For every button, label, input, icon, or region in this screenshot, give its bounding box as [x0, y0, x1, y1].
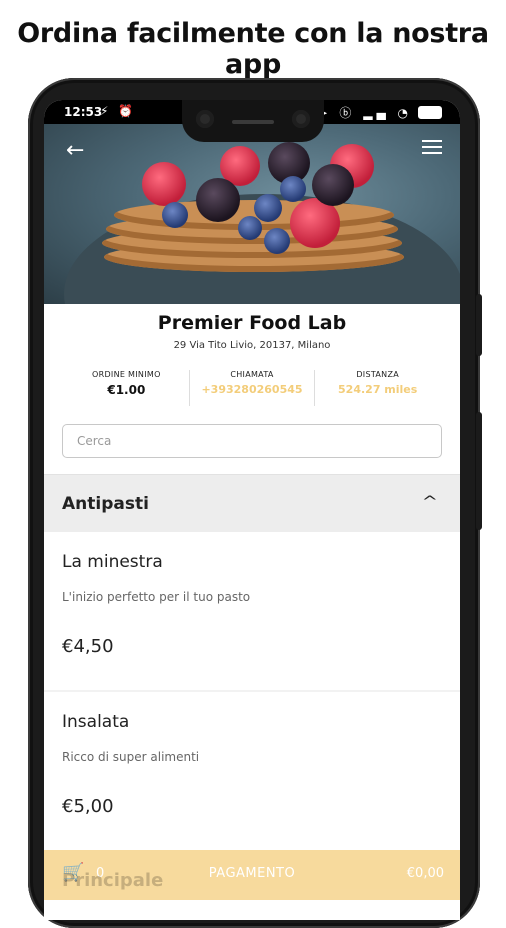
page-headline: Ordina facilmente con la nostra app [17, 18, 489, 80]
camera-icon [196, 110, 214, 128]
item-name: Insalata [62, 712, 130, 732]
stat-value: 524.27 miles [338, 383, 418, 396]
store-name: Premier Food Lab [157, 312, 347, 334]
phone-screen: 12:53 ⚡ ⏰ ➤ ⓑ ▂▄ ◔ ← Premier Food Lab 29… [44, 100, 460, 920]
stat-label: CHIAMATA [230, 370, 274, 379]
status-left-icons: ⚡ ⏰ [100, 104, 137, 118]
category-title: Antipasti [62, 494, 149, 514]
sensor-icon [292, 110, 310, 128]
camera-notch [182, 100, 324, 142]
menu-item[interactable]: La minestra L'inizio perfetto per il tuo… [44, 532, 460, 688]
item-description: Ricco di super alimenti [62, 750, 200, 764]
phone-number-link[interactable]: +393280260545 [190, 383, 315, 396]
stat-label: DISTANZA [356, 370, 400, 379]
stat-min-order: ORDINE MINIMO €1.00 [64, 370, 189, 406]
status-time: 12:53 [64, 105, 103, 119]
store-address: 29 Via Tito Livio, 20137, Milano [173, 340, 331, 351]
search-input[interactable] [62, 424, 442, 458]
item-price: €5,00 [62, 796, 114, 817]
cart-total: €0,00 [406, 866, 444, 881]
item-price: €4,50 [62, 636, 114, 657]
category-header[interactable]: Antipasti ^ [44, 474, 460, 533]
hero-image: ← [44, 124, 460, 304]
next-category-title: Principale [62, 870, 164, 891]
menu-item[interactable]: Insalata Ricco di super alimenti €5,00 [44, 690, 460, 848]
stat-label: ORDINE MINIMO [92, 370, 161, 379]
stat-distance: DISTANZA 524.27 miles [314, 370, 440, 406]
item-name: La minestra [62, 552, 163, 572]
stat-value: €1.00 [107, 383, 146, 397]
store-stats: ORDINE MINIMO €1.00 CHIAMATA +3932802605… [64, 370, 440, 406]
item-description: L'inizio perfetto per il tuo pasto [62, 590, 251, 604]
volume-button [476, 412, 482, 530]
status-right-icons: ➤ ⓑ ▂▄ ◔ [317, 106, 412, 120]
back-arrow-icon[interactable]: ← [66, 138, 84, 163]
hamburger-menu-icon[interactable] [422, 140, 442, 158]
speaker-grille [232, 120, 274, 124]
battery-icon [418, 106, 442, 119]
stat-call[interactable]: CHIAMATA +393280260545 [188, 370, 315, 406]
power-button [476, 294, 482, 356]
chevron-up-icon[interactable]: ^ [422, 494, 438, 510]
